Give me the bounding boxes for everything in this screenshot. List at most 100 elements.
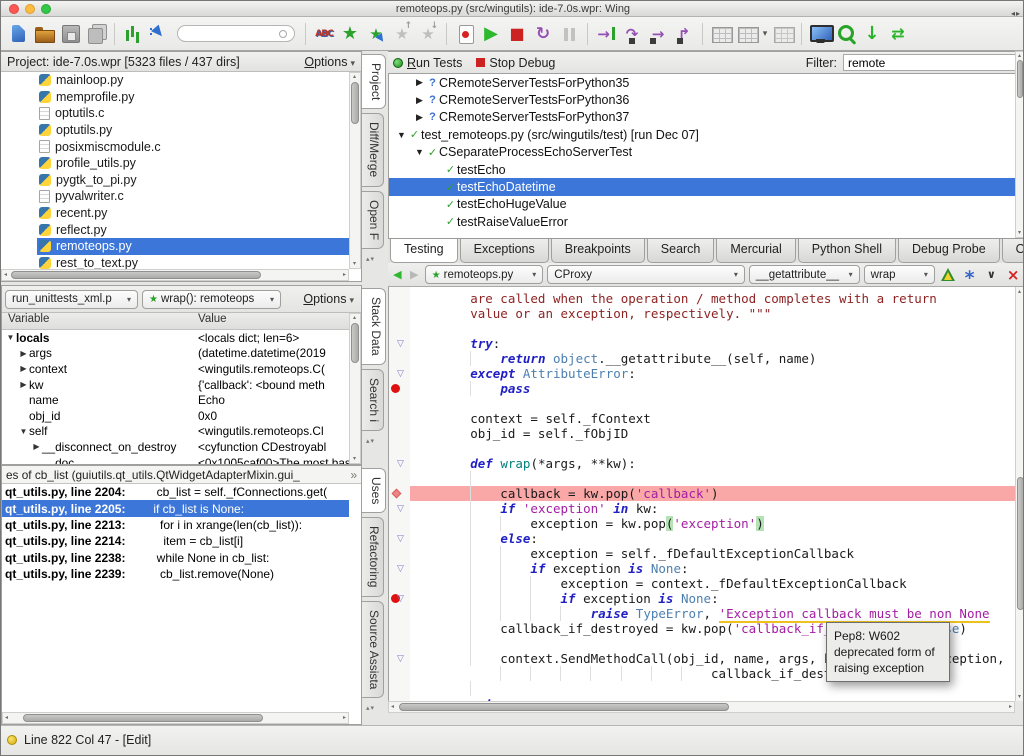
side-tab-open-f[interactable]: Open F [362, 191, 384, 249]
new-file-icon[interactable] [5, 21, 31, 47]
function-selector-dropdown[interactable]: wrap▾ [864, 265, 935, 284]
spellcheck-icon[interactable]: ABC [311, 21, 337, 47]
stack-variable-row[interactable]: ▼self<wingutils.remoteops.Cl [2, 424, 349, 440]
fold-marker-icon[interactable]: ▽ [397, 593, 404, 603]
test-tree-row[interactable]: ▼✓test_remoteops.py (src/wingutils/test)… [389, 126, 1015, 143]
fold-marker-icon[interactable]: ▽ [397, 533, 404, 543]
vcs-commit-icon[interactable]: ↑ [708, 21, 734, 47]
expander-icon[interactable]: ▶ [18, 380, 29, 389]
test-tree-row[interactable]: ✓testEcho [389, 161, 1015, 178]
side-tab-search-i[interactable]: Search i [362, 369, 384, 431]
code-line[interactable]: try: [410, 336, 1015, 351]
save-icon[interactable] [57, 21, 83, 47]
project-file-row[interactable]: mainloop.py [1, 72, 349, 89]
test-tree-row[interactable]: ✓testRaiseValueError [389, 213, 1015, 230]
tab-scroll-arrows-icon[interactable]: ▴▾ [366, 437, 375, 445]
expander-icon[interactable]: ▶ [413, 95, 426, 106]
uses-result-row[interactable]: qt_utils.py, line 2239: cb_list.remove(N… [2, 566, 349, 582]
stop-debug-button[interactable]: Stop Debug [489, 56, 555, 70]
stack-variable-row[interactable]: obj_id0x0 [2, 408, 349, 424]
test-tree-row[interactable]: ▶?CRemoteServerTestsForPython35 [389, 74, 1015, 91]
code-line[interactable]: except AttributeError: [410, 366, 1015, 381]
expander-icon[interactable]: ▶ [18, 349, 29, 358]
uses-more-indicator[interactable]: » [350, 468, 357, 482]
code-line[interactable]: if 'exception' in kw: [410, 501, 1015, 516]
code-line[interactable] [410, 441, 1015, 456]
chevron-down-icon[interactable]: ∨ [982, 268, 1000, 281]
expander-icon[interactable]: ▼ [5, 333, 16, 342]
code-line[interactable]: exception = self._fDefaultExceptionCallb… [410, 546, 1015, 561]
step-into-icon[interactable]: → [593, 21, 619, 47]
toolbar-search-box[interactable] [177, 25, 295, 42]
breakpoint-icon[interactable] [391, 384, 400, 393]
goto-marker-icon[interactable]: * [961, 266, 979, 283]
code-line[interactable] [410, 681, 1015, 696]
uses-horizontal-scrollbar[interactable]: ◂▸ [2, 712, 349, 724]
uses-result-row[interactable]: qt_utils.py, line 2205: if cb_list is No… [2, 500, 349, 516]
fold-marker-icon[interactable]: ▽ [397, 368, 404, 378]
test-filter-input[interactable] [843, 54, 1019, 71]
navigate-forward-icon[interactable]: ▶ [408, 268, 421, 281]
code-line[interactable]: pass [410, 381, 1015, 396]
method-selector-dropdown[interactable]: __getattribute__▾ [749, 265, 860, 284]
save-all-icon[interactable] [83, 21, 109, 47]
code-line[interactable]: return object.__getattribute__(self, nam… [410, 351, 1015, 366]
step-out-up-icon[interactable]: ↱ [671, 21, 697, 47]
code-line[interactable]: exception = context._fDefaultExceptionCa… [410, 576, 1015, 591]
uses-result-row[interactable]: qt_utils.py, line 2204: cb_list = self._… [2, 484, 349, 500]
project-file-row[interactable]: optutils.py [1, 122, 349, 139]
project-file-row[interactable]: profile_utils.py [1, 155, 349, 172]
stack-variable-row[interactable]: ▶context<wingutils.remoteops.C( [2, 361, 349, 377]
code-line[interactable]: else: [410, 531, 1015, 546]
side-tab-refactoring[interactable]: Refactoring [362, 517, 384, 596]
code-line[interactable]: if exception is None: [410, 561, 1015, 576]
expander-icon[interactable]: ▶ [31, 442, 42, 451]
current-code-line[interactable]: callback = kw.pop('callback') [410, 486, 1015, 501]
vcs-update-icon[interactable]: ↓ [770, 21, 796, 47]
tab-scroll-arrows-icon[interactable]: ◂▸ [1011, 9, 1021, 18]
warnings-icon[interactable] [939, 267, 957, 283]
stop-icon[interactable]: ■ [504, 21, 530, 47]
toolbar-search-input[interactable] [186, 27, 278, 41]
stack-options-button[interactable]: Options [303, 292, 354, 306]
tab-breakpoints[interactable]: Breakpoints [551, 239, 645, 263]
testing-vertical-scrollbar[interactable]: ▴▾ [1015, 51, 1024, 238]
uses-result-row[interactable]: qt_utils.py, line 2238: while None in cb… [2, 550, 349, 566]
project-file-row[interactable]: pygtk_to_pi.py [1, 172, 349, 189]
stack-variable-row[interactable]: ▼locals<locals dict; len=6> [2, 330, 349, 346]
code-line[interactable]: if exception is None: [410, 591, 1015, 606]
tab-mercurial[interactable]: Mercurial [716, 239, 795, 263]
open-folder-icon[interactable] [31, 21, 57, 47]
project-file-row[interactable]: reflect.py [1, 221, 349, 238]
tab-scroll-arrows-icon[interactable]: ▴▾ [366, 255, 375, 263]
code-line[interactable]: def wrap(*args, **kw): [410, 456, 1015, 471]
code-line[interactable]: are called when the operation / method c… [410, 291, 1015, 306]
uses-result-row[interactable]: qt_utils.py, line 2214: item = cb_list[i… [2, 533, 349, 549]
restart-icon[interactable]: ↻ [530, 21, 556, 47]
code-line[interactable]: context = self._fContext [410, 411, 1015, 426]
tab-scroll-arrows-icon[interactable]: ▴▾ [366, 704, 375, 712]
tab-debug-probe[interactable]: Debug Probe [898, 239, 1000, 263]
project-file-row[interactable]: rest_to_text.py [1, 255, 349, 269]
code-editor[interactable]: ▽▽▽▽▽▽▽▽ are called when the operation /… [388, 287, 1024, 701]
vcs-menu-arrow-icon[interactable]: ▾ [760, 21, 770, 47]
expander-icon[interactable]: ▼ [395, 130, 408, 140]
expander-icon[interactable]: ▶ [18, 364, 29, 373]
expander-icon[interactable]: ▶ [413, 77, 426, 88]
step-out-icon[interactable]: → [645, 21, 671, 47]
expander-icon[interactable]: ▶ [413, 112, 426, 123]
side-tab-stack-data[interactable]: Stack Data [362, 288, 386, 365]
step-over-icon[interactable]: ↷ [619, 21, 645, 47]
stack-variable-row[interactable]: ▶kw{'callback': <bound meth [2, 377, 349, 393]
stack-variable-row[interactable]: __doc__<0x1005caf00>The most base type [2, 455, 349, 464]
editor-horizontal-scrollbar[interactable]: ◂▸ [388, 701, 1015, 713]
stack-variable-row[interactable]: nameEcho [2, 392, 349, 408]
code-line[interactable]: raise TypeError, 'Exception callback mus… [410, 606, 1015, 621]
profiler-icon[interactable] [120, 21, 146, 47]
side-tab-uses[interactable]: Uses [362, 468, 386, 513]
remote-display-icon[interactable] [807, 21, 833, 47]
sync-icon[interactable]: ⇄ [885, 21, 911, 47]
file-selector-dropdown[interactable]: remoteops.py▾ [425, 265, 544, 284]
download-icon[interactable]: ↓ [859, 21, 885, 47]
project-vertical-scrollbar[interactable]: ▴▾ [349, 72, 361, 269]
